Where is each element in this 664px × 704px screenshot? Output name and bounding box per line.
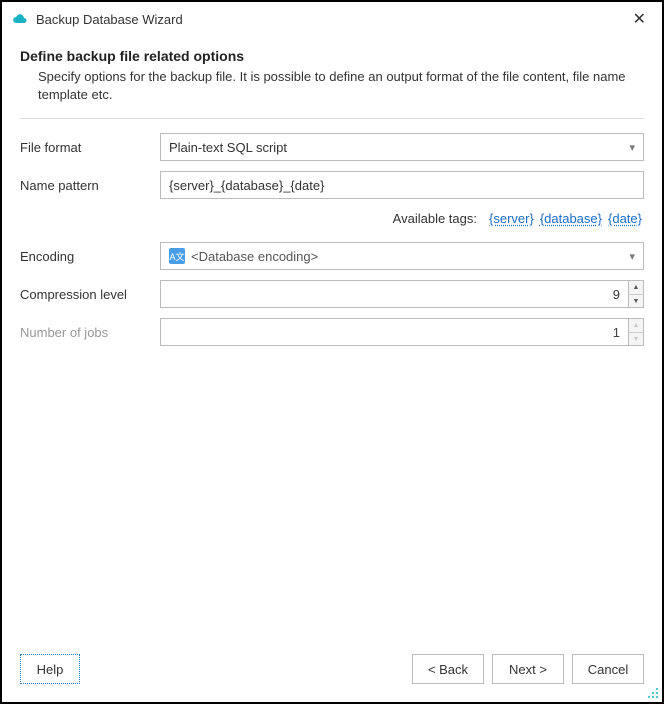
row-encoding: Encoding A文 <Database encoding> ▾ (20, 242, 644, 270)
compression-step-down[interactable]: ▼ (629, 295, 643, 308)
tag-database-link[interactable]: {database} (540, 211, 602, 226)
divider (20, 118, 644, 119)
compression-input[interactable] (160, 280, 628, 308)
jobs-step-down: ▼ (629, 333, 643, 346)
chevron-down-icon: ▾ (629, 141, 635, 154)
row-file-format: File format Plain-text SQL script ▾ (20, 133, 644, 161)
back-button[interactable]: < Back (412, 654, 484, 684)
translate-icon: A文 (169, 248, 185, 264)
compression-spinner[interactable]: ▲ ▼ (160, 280, 644, 308)
file-format-select[interactable]: Plain-text SQL script ▾ (160, 133, 644, 161)
available-tags: Available tags: {server} {database} {dat… (20, 211, 644, 226)
jobs-steppers: ▲ ▼ (628, 318, 644, 346)
row-compression: Compression level ▲ ▼ (20, 280, 644, 308)
cancel-button[interactable]: Cancel (572, 654, 644, 684)
next-button[interactable]: Next > (492, 654, 564, 684)
jobs-step-up: ▲ (629, 319, 643, 333)
content-area: Define backup file related options Speci… (2, 36, 662, 644)
compression-step-up[interactable]: ▲ (629, 281, 643, 295)
encoding-select[interactable]: A文 <Database encoding> ▾ (160, 242, 644, 270)
window-title: Backup Database Wizard (36, 12, 627, 27)
label-compression: Compression level (20, 287, 160, 302)
footer: Help < Back Next > Cancel (2, 644, 662, 702)
row-name-pattern: Name pattern (20, 171, 644, 199)
name-pattern-input[interactable] (169, 178, 635, 193)
app-cloud-icon (12, 11, 28, 27)
page-heading: Define backup file related options (20, 48, 644, 64)
jobs-input (160, 318, 628, 346)
tags-label: Available tags: (393, 211, 477, 226)
jobs-spinner: ▲ ▼ (160, 318, 644, 346)
label-name-pattern: Name pattern (20, 178, 160, 193)
help-button[interactable]: Help (20, 654, 80, 684)
compression-steppers: ▲ ▼ (628, 280, 644, 308)
file-format-value: Plain-text SQL script (169, 140, 287, 155)
page-subheading: Specify options for the backup file. It … (38, 68, 644, 104)
wizard-window: Backup Database Wizard ✕ Define backup f… (0, 0, 664, 704)
tag-server-link[interactable]: {server} (489, 211, 534, 226)
label-jobs: Number of jobs (20, 325, 160, 340)
resize-grip-icon[interactable] (647, 687, 659, 699)
close-button[interactable]: ✕ (627, 7, 652, 31)
row-jobs: Number of jobs ▲ ▼ (20, 318, 644, 346)
label-encoding: Encoding (20, 249, 160, 264)
encoding-value: <Database encoding> (191, 249, 318, 264)
label-file-format: File format (20, 140, 160, 155)
chevron-down-icon: ▾ (629, 250, 635, 263)
titlebar: Backup Database Wizard ✕ (2, 2, 662, 36)
tag-date-link[interactable]: {date} (608, 211, 642, 226)
form: File format Plain-text SQL script ▾ Name… (20, 133, 644, 346)
name-pattern-field[interactable] (160, 171, 644, 199)
